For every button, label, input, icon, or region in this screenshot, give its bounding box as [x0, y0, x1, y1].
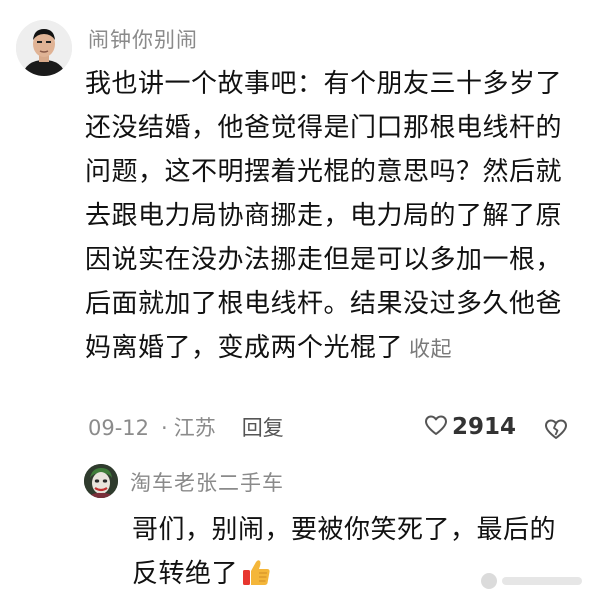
comment-meta: 09-12 · 江苏 回复	[88, 412, 284, 442]
reply-username[interactable]: 淘车老张二手车	[130, 467, 284, 497]
comment-text-block: 我也讲一个故事吧：有个朋友三十多岁了还没结婚，他爸觉得是门口那根电线杆的问题，这…	[85, 62, 585, 371]
comment-text: 我也讲一个故事吧：有个朋友三十多岁了还没结婚，他爸觉得是门口那根电线杆的问题，这…	[85, 69, 563, 363]
comment-region: 江苏	[173, 416, 216, 440]
like-button[interactable]: 2914	[424, 414, 516, 440]
reply-user-avatar[interactable]	[84, 464, 118, 498]
broken-heart-icon[interactable]	[543, 418, 569, 444]
meta-separator: ·	[161, 416, 168, 440]
reply-button[interactable]: 回复	[242, 416, 284, 440]
comment-username[interactable]: 闹钟你别闹	[88, 24, 198, 54]
user-avatar[interactable]	[16, 20, 72, 76]
avatar-joker	[84, 464, 118, 498]
avatar-portrait	[16, 20, 72, 76]
heart-outline-icon	[424, 414, 448, 440]
like-count: 2914	[452, 414, 517, 440]
thumbs-up-emoji	[240, 556, 272, 602]
collapse-link[interactable]: 收起	[409, 337, 452, 361]
comment-date: 09-12	[88, 416, 150, 440]
watermark	[478, 570, 586, 592]
